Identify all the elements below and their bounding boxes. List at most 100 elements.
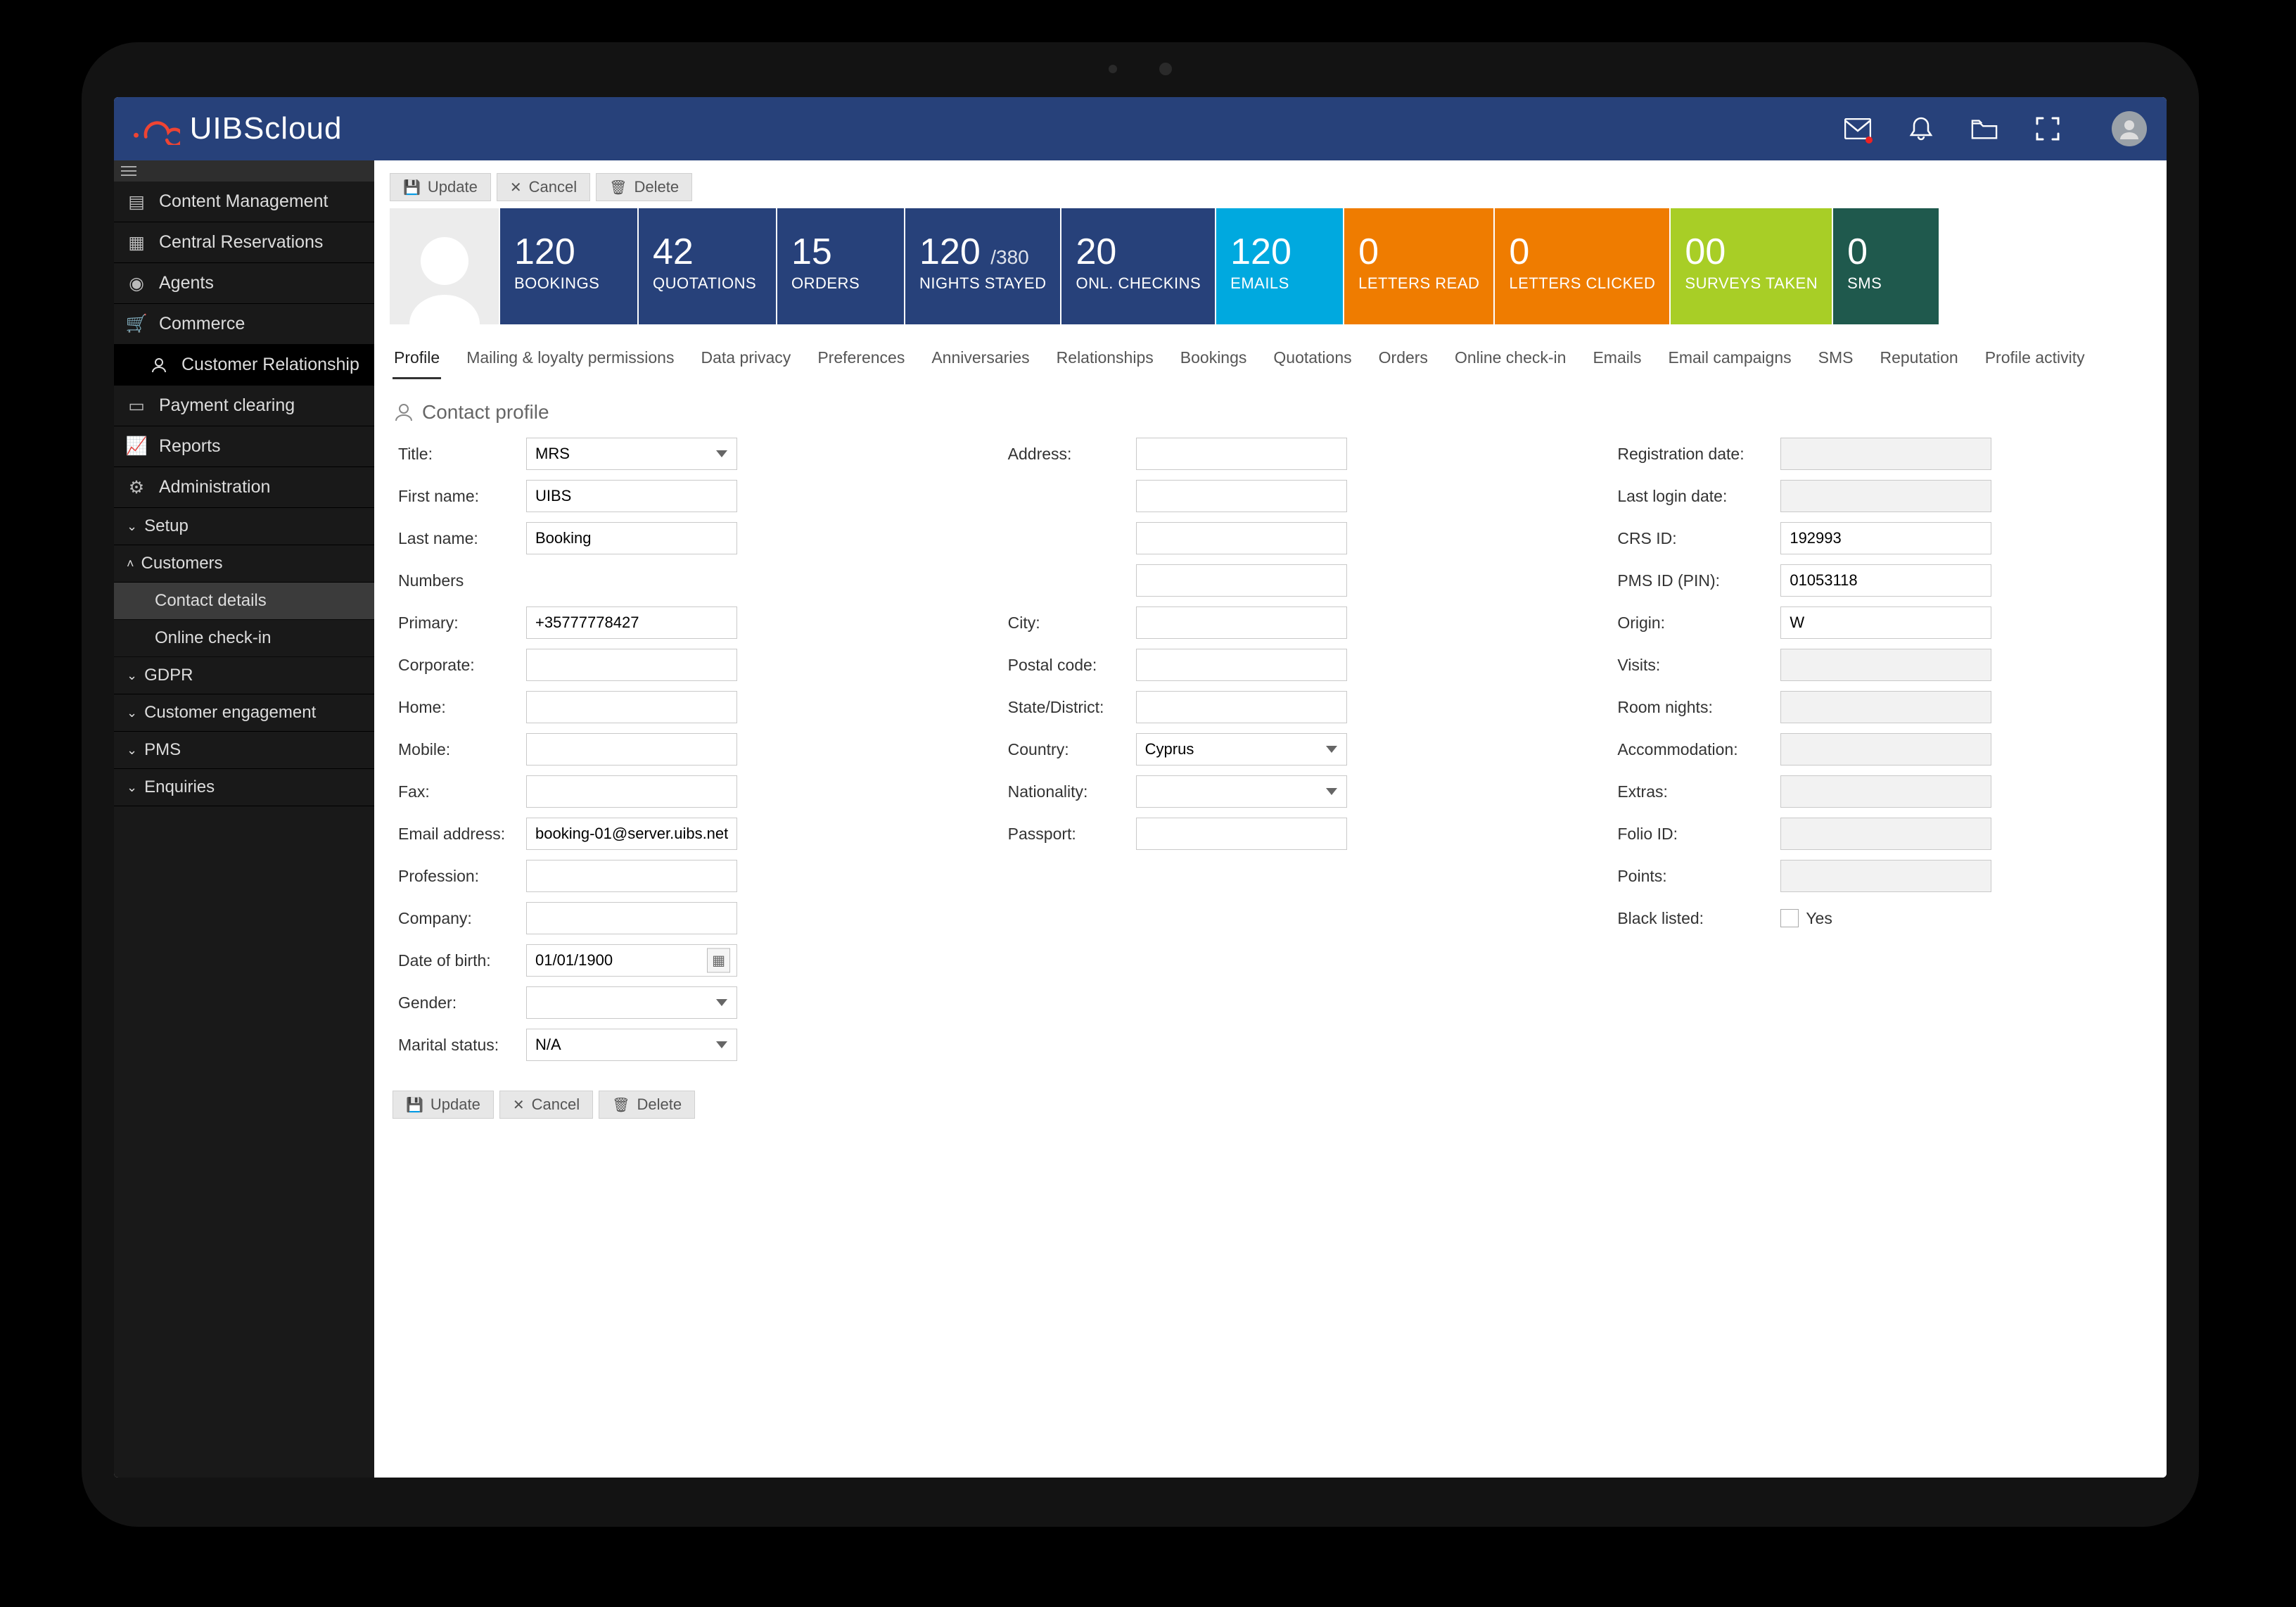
email-input[interactable] — [526, 818, 737, 850]
tab-relationships[interactable]: Relationships — [1055, 341, 1155, 379]
postal-input[interactable] — [1136, 649, 1347, 681]
nav-group-enquiries[interactable]: ⌄Enquiries — [114, 769, 374, 806]
nav-sub-online-checkin[interactable]: Online check-in — [114, 620, 374, 657]
label-country: Country: — [1008, 740, 1128, 759]
tab-anniversaries[interactable]: Anniversaries — [930, 341, 1031, 379]
tab-preferences[interactable]: Preferences — [816, 341, 906, 379]
nav-customer-relationship[interactable]: Customer Relationship — [114, 345, 374, 386]
home-phone-input[interactable] — [526, 691, 737, 723]
black-listed-checkbox[interactable] — [1780, 909, 1799, 927]
cancel-button[interactable]: ✕Cancel — [499, 1091, 593, 1119]
nav-commerce[interactable]: 🛒 Commerce — [114, 304, 374, 345]
section-title: Contact profile — [422, 401, 549, 424]
origin-input[interactable] — [1780, 606, 1991, 639]
nationality-select[interactable] — [1136, 775, 1347, 808]
address1-input[interactable] — [1136, 438, 1347, 470]
tile-letters-read[interactable]: 0LETTERS READ — [1344, 208, 1493, 324]
bell-icon[interactable] — [1908, 115, 1934, 142]
hamburger-icon[interactable] — [114, 160, 374, 182]
address2-input[interactable] — [1136, 480, 1347, 512]
nav-label: Customer Relationship — [181, 355, 359, 375]
tab-mailing-loyalty[interactable]: Mailing & loyalty permissions — [465, 341, 675, 379]
city-input[interactable] — [1136, 606, 1347, 639]
state-input[interactable] — [1136, 691, 1347, 723]
tile-label: NIGHTS STAYED — [919, 274, 1046, 293]
nav-label: Central Reservations — [159, 232, 323, 253]
user-avatar[interactable] — [2112, 111, 2147, 146]
primary-phone-input[interactable] — [526, 606, 737, 639]
nav-reports[interactable]: 📈 Reports — [114, 426, 374, 467]
tab-sms[interactable]: SMS — [1817, 341, 1855, 379]
folder-icon[interactable] — [1971, 115, 1998, 142]
tile-letters-clicked[interactable]: 0LETTERS CLICKED — [1495, 208, 1669, 324]
update-button[interactable]: 💾Update — [393, 1091, 494, 1119]
tile-value: 0 — [1847, 234, 1925, 270]
label-city: City: — [1008, 614, 1128, 633]
stat-tiles: 120BOOKINGS 42QUOTATIONS 15ORDERS 120 /3… — [374, 208, 2167, 324]
passport-input[interactable] — [1136, 818, 1347, 850]
chevron-up-icon: ˄ — [127, 557, 134, 571]
tile-onl-checkins[interactable]: 20ONL. CHECKINS — [1061, 208, 1215, 324]
pms-id-input[interactable] — [1780, 564, 1991, 597]
first-name-input[interactable] — [526, 480, 737, 512]
tile-subvalue: /380 — [990, 246, 1029, 268]
nav-group-setup[interactable]: ⌄Setup — [114, 508, 374, 545]
cancel-button[interactable]: ✕Cancel — [497, 173, 590, 201]
country-select[interactable] — [1136, 733, 1347, 766]
company-input[interactable] — [526, 902, 737, 934]
profession-input[interactable] — [526, 860, 737, 892]
nav-sub-contact-details[interactable]: Contact details — [114, 583, 374, 620]
tile-orders[interactable]: 15ORDERS — [777, 208, 904, 324]
gear-icon: ⚙ — [127, 478, 146, 497]
tab-bookings[interactable]: Bookings — [1179, 341, 1249, 379]
tab-data-privacy[interactable]: Data privacy — [699, 341, 792, 379]
nav-group-pms[interactable]: ⌄PMS — [114, 732, 374, 769]
label-visits: Visits: — [1617, 656, 1772, 675]
button-label: Cancel — [529, 178, 577, 196]
tile-surveys-taken[interactable]: 00SURVEYS TAKEN — [1671, 208, 1832, 324]
fullscreen-icon[interactable] — [2034, 115, 2061, 142]
tab-emails[interactable]: Emails — [1591, 341, 1643, 379]
gender-select[interactable] — [526, 986, 737, 1019]
address3-input[interactable] — [1136, 522, 1347, 554]
tab-email-campaigns[interactable]: Email campaigns — [1666, 341, 1792, 379]
crs-id-input[interactable] — [1780, 522, 1991, 554]
nav-group-engagement[interactable]: ⌄Customer engagement — [114, 694, 374, 732]
corporate-phone-input[interactable] — [526, 649, 737, 681]
tab-quotations[interactable]: Quotations — [1272, 341, 1353, 379]
tile-bookings[interactable]: 120BOOKINGS — [500, 208, 637, 324]
nav-administration[interactable]: ⚙ Administration — [114, 467, 374, 508]
marital-select[interactable] — [526, 1029, 737, 1061]
tile-sms[interactable]: 0 SMS — [1833, 208, 1939, 324]
address4-input[interactable] — [1136, 564, 1347, 597]
nav-label: Payment clearing — [159, 395, 295, 416]
tile-quotations[interactable]: 42QUOTATIONS — [639, 208, 776, 324]
tab-orders[interactable]: Orders — [1377, 341, 1429, 379]
tab-profile[interactable]: Profile — [393, 341, 441, 379]
tab-profile-activity[interactable]: Profile activity — [1984, 341, 2086, 379]
tab-online-checkin[interactable]: Online check-in — [1453, 341, 1568, 379]
nav-group-gdpr[interactable]: ⌄GDPR — [114, 657, 374, 694]
nav-payment-clearing[interactable]: ▭ Payment clearing — [114, 386, 374, 426]
delete-button[interactable]: 🗑Delete — [596, 173, 692, 201]
title-select[interactable] — [526, 438, 737, 470]
nav-central-reservations[interactable]: ▦ Central Reservations — [114, 222, 374, 263]
delete-button[interactable]: 🗑Delete — [599, 1091, 695, 1119]
nav-agents[interactable]: ◉ Agents — [114, 263, 374, 304]
fax-input[interactable] — [526, 775, 737, 808]
last-name-input[interactable] — [526, 522, 737, 554]
nav-group-customers[interactable]: ˄Customers — [114, 545, 374, 583]
tile-nights-stayed[interactable]: 120 /380NIGHTS STAYED — [905, 208, 1060, 324]
document-icon: ▤ — [127, 192, 146, 212]
calendar-icon[interactable]: ▦ — [707, 948, 730, 973]
label-fax: Fax: — [398, 782, 518, 801]
dob-input[interactable] — [526, 944, 737, 977]
update-button[interactable]: 💾Update — [390, 173, 491, 201]
mobile-phone-input[interactable] — [526, 733, 737, 766]
tile-label: SMS — [1847, 274, 1925, 293]
tab-reputation[interactable]: Reputation — [1878, 341, 1959, 379]
mail-icon[interactable] — [1844, 115, 1871, 142]
label-crs-id: CRS ID: — [1617, 529, 1772, 548]
tile-emails[interactable]: 120EMAILS — [1216, 208, 1343, 324]
nav-content-management[interactable]: ▤ Content Management — [114, 182, 374, 222]
